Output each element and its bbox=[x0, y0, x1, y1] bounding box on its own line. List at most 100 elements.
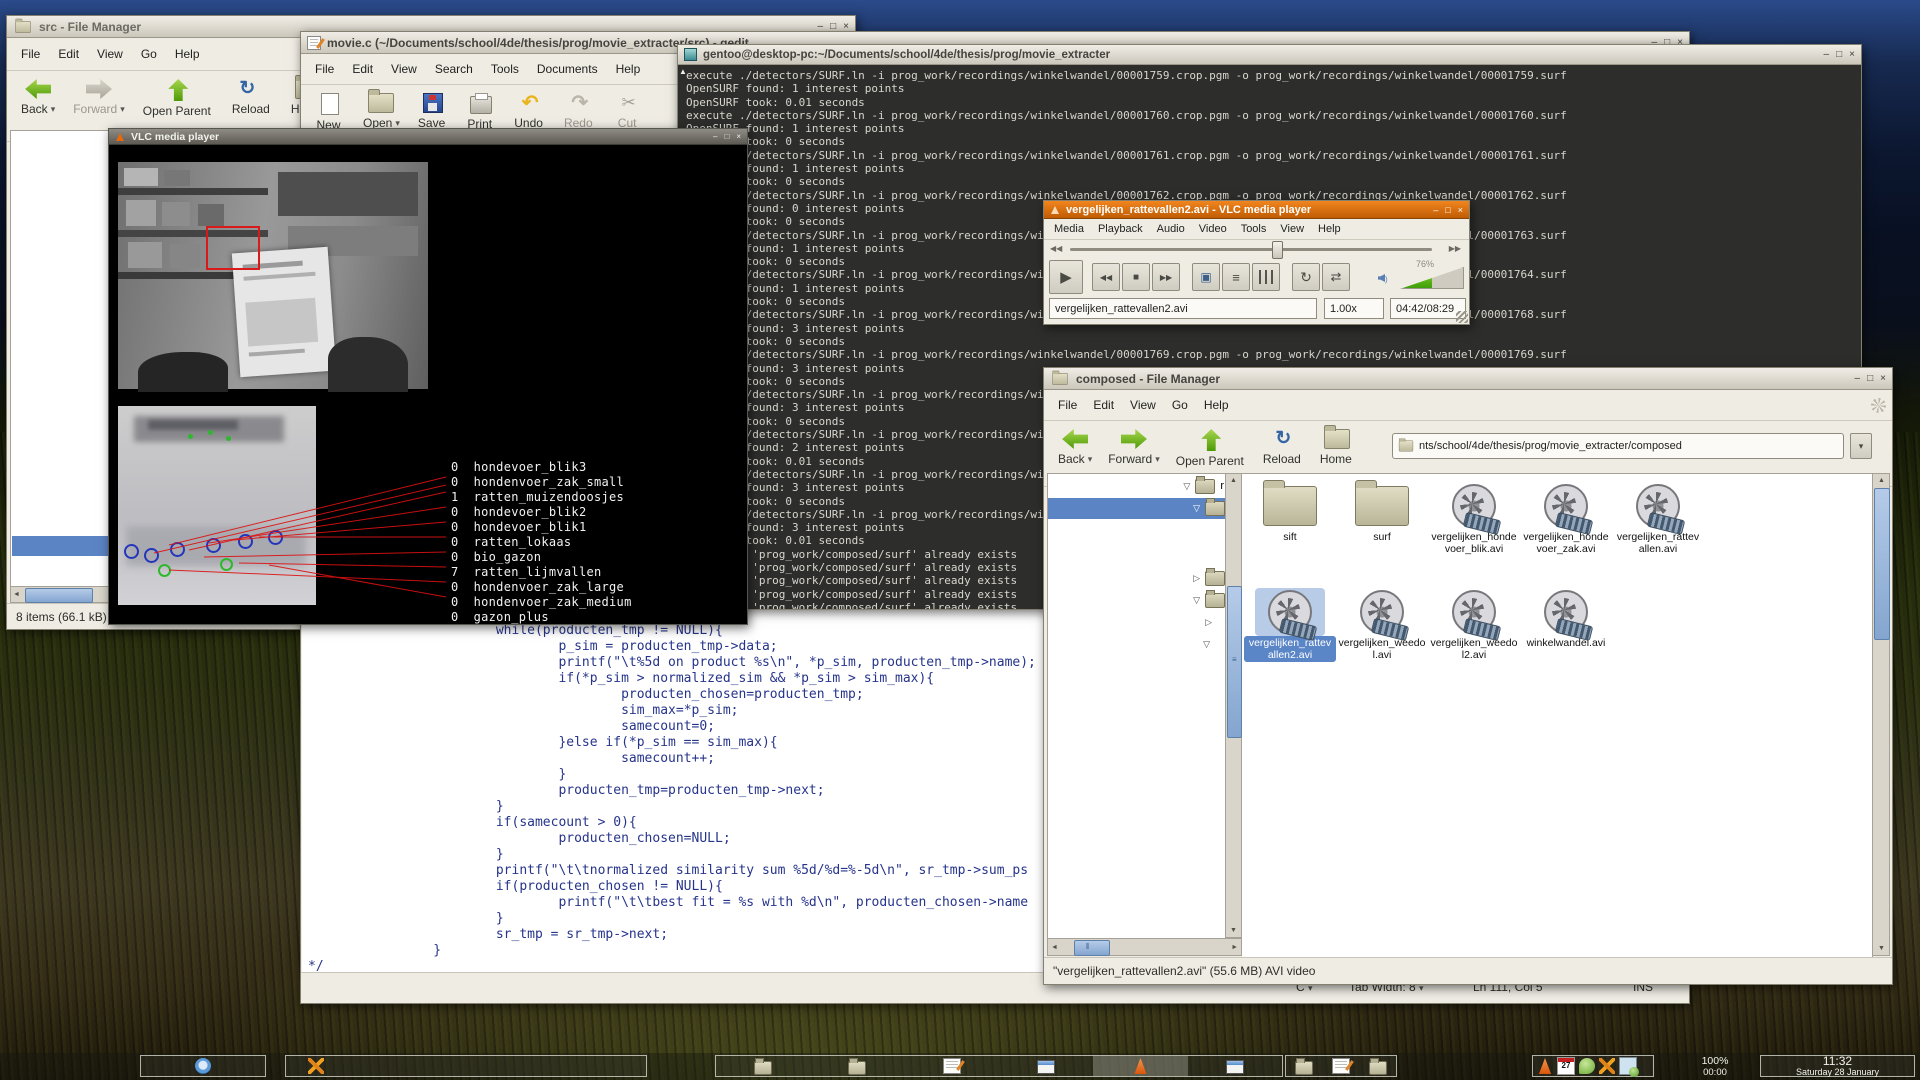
tray-icon[interactable] bbox=[1579, 1058, 1595, 1074]
minimize-icon[interactable]: – bbox=[1855, 374, 1861, 384]
path-entry[interactable]: nts/school/4de/thesis/prog/movie_extract… bbox=[1392, 433, 1844, 459]
expander-open-icon[interactable]: ▽ bbox=[1193, 503, 1200, 514]
taskbar-window-button[interactable] bbox=[1188, 1056, 1282, 1076]
terminal-titlebar[interactable]: gentoo@desktop-pc:~/Documents/school/4de… bbox=[678, 45, 1861, 65]
menu-item[interactable]: Help bbox=[1196, 394, 1237, 416]
file-item[interactable]: vergelijken_hondevoer_zak.avi bbox=[1520, 482, 1612, 584]
menu-item[interactable]: View bbox=[1122, 394, 1164, 416]
selected-row[interactable] bbox=[12, 536, 108, 556]
maximize-icon[interactable]: □ bbox=[1445, 205, 1450, 215]
files-vscrollbar[interactable]: ▲ ▼ bbox=[1872, 473, 1890, 956]
file-item[interactable]: vergelijken_weedol.avi bbox=[1336, 588, 1428, 690]
menu-item[interactable]: File bbox=[307, 58, 342, 80]
menu-item[interactable]: Help bbox=[167, 43, 208, 65]
taskbar-window-button[interactable] bbox=[999, 1056, 1093, 1076]
menu-item[interactable]: View bbox=[1274, 221, 1310, 237]
close-icon[interactable]: × bbox=[1458, 205, 1463, 215]
clock[interactable]: 11:32 Saturday 28 January bbox=[1760, 1055, 1915, 1077]
menu-item[interactable]: Edit bbox=[50, 43, 87, 65]
toolbar-button[interactable]: Open Parent bbox=[135, 75, 222, 122]
resize-grip[interactable] bbox=[1456, 311, 1468, 323]
tray-icon[interactable] bbox=[1537, 1058, 1553, 1074]
vlc-video-titlebar[interactable]: VLC media player –□× bbox=[109, 129, 747, 145]
tray-icon[interactable]: 27 bbox=[1557, 1057, 1575, 1075]
minimize-icon[interactable]: – bbox=[1433, 205, 1438, 215]
maximize-icon[interactable]: □ bbox=[830, 22, 836, 32]
taskbar-window-button[interactable] bbox=[1359, 1056, 1396, 1076]
expander-closed-icon[interactable]: ▷ bbox=[1205, 617, 1212, 628]
taskbar-window-button[interactable] bbox=[905, 1056, 999, 1076]
minimize-icon[interactable]: – bbox=[1824, 50, 1830, 60]
tree-row-selected[interactable]: ▽ bbox=[1048, 498, 1226, 519]
fullscreen-button[interactable]: ▣ bbox=[1192, 263, 1220, 291]
scrollbar-thumb[interactable] bbox=[1874, 488, 1890, 640]
toolbar-button[interactable]: Open Parent bbox=[1168, 425, 1255, 472]
toolbar-button[interactable]: ↻ Reload bbox=[1255, 425, 1312, 472]
taskbar-window-button[interactable] bbox=[1093, 1056, 1187, 1076]
scroll-left-icon[interactable]: ◄ bbox=[13, 591, 20, 598]
taskbar-window-button[interactable] bbox=[1323, 1056, 1360, 1076]
scrollbar-thumb[interactable]: ⦀ bbox=[1074, 940, 1110, 956]
taskbar-window-button[interactable] bbox=[1286, 1056, 1323, 1076]
shuffle-button[interactable]: ⇄ bbox=[1322, 263, 1350, 291]
path-dropdown-button[interactable]: ▾ bbox=[1850, 433, 1872, 459]
equalizer-button[interactable] bbox=[1252, 263, 1280, 291]
tree-row[interactable]: ▷ bbox=[1048, 568, 1226, 588]
taskbar-window-button[interactable] bbox=[141, 1056, 265, 1076]
menu-item[interactable]: Video bbox=[1193, 221, 1233, 237]
scrollbar-thumb[interactable]: ≡ bbox=[1227, 586, 1242, 738]
minimize-icon[interactable]: – bbox=[713, 132, 717, 142]
expander-open-icon[interactable]: ▽ bbox=[1183, 481, 1190, 492]
expander-open-icon[interactable]: ▽ bbox=[1203, 639, 1210, 650]
gedit-code[interactable]: while(producten_tmp != NULL){ p_sim = pr… bbox=[308, 623, 1036, 972]
current-media-field[interactable]: vergelijken_rattevallen2.avi bbox=[1049, 298, 1317, 319]
composed-fm-files-area[interactable]: sift surf vergelijken_hondevoer_blik.avi… bbox=[1242, 473, 1873, 958]
vlc-player-titlebar[interactable]: vergelijken_rattevallen2.avi - VLC media… bbox=[1044, 201, 1469, 219]
tree-row[interactable]: ▷ bbox=[1048, 612, 1226, 632]
menu-item[interactable]: Go bbox=[1164, 394, 1196, 416]
tree-row[interactable]: ▽ bbox=[1048, 634, 1226, 654]
scroll-left-icon[interactable]: ◄ bbox=[1051, 944, 1058, 951]
toolbar-button[interactable]: Forward▾ bbox=[1100, 425, 1168, 472]
playback-rate-field[interactable]: 1.00x bbox=[1324, 298, 1384, 319]
loop-button[interactable]: ↻ bbox=[1292, 263, 1320, 291]
taskbar-window-button[interactable] bbox=[286, 1056, 346, 1076]
menu-item[interactable]: Help bbox=[1312, 221, 1347, 237]
volume-icon[interactable]: ) bbox=[1378, 269, 1388, 287]
tray-icon[interactable] bbox=[1619, 1057, 1637, 1075]
toolbar-button[interactable]: Back▾ bbox=[1050, 425, 1100, 472]
scroll-right-icon[interactable]: ► bbox=[1231, 944, 1238, 951]
menu-item[interactable]: File bbox=[1050, 394, 1085, 416]
toolbar-button[interactable]: Back▾ bbox=[13, 75, 63, 120]
menu-item[interactable]: File bbox=[13, 43, 48, 65]
toolbar-button[interactable]: Home bbox=[1312, 425, 1363, 472]
menu-item[interactable]: View bbox=[89, 43, 131, 65]
fast-forward-icon[interactable]: ▶▶ bbox=[1449, 244, 1461, 253]
file-item[interactable]: vergelijken_hondevoer_blik.avi bbox=[1428, 482, 1520, 584]
file-item[interactable]: vergelijken_rattevallen.avi bbox=[1612, 482, 1704, 584]
minimize-icon[interactable]: – bbox=[818, 22, 824, 32]
close-icon[interactable]: × bbox=[736, 132, 741, 142]
tray-icon[interactable] bbox=[1599, 1058, 1615, 1074]
maximize-icon[interactable]: □ bbox=[724, 132, 729, 142]
file-item[interactable]: winkelwandel.avi bbox=[1520, 588, 1612, 690]
scrollbar-thumb[interactable] bbox=[25, 588, 93, 603]
file-item[interactable]: vergelijken_weedol2.avi bbox=[1428, 588, 1520, 690]
next-button[interactable]: ▶▶ bbox=[1152, 263, 1180, 291]
seek-slider-track[interactable] bbox=[1070, 248, 1432, 251]
sidebar-vscrollbar[interactable]: ▲ ≡ ▼ bbox=[1225, 473, 1242, 938]
menu-item[interactable]: Go bbox=[133, 43, 165, 65]
menu-item[interactable]: Tools bbox=[483, 58, 527, 80]
close-icon[interactable]: × bbox=[1849, 50, 1855, 60]
file-item[interactable]: surf bbox=[1336, 482, 1428, 584]
playlist-button[interactable]: ≡ bbox=[1222, 263, 1250, 291]
close-icon[interactable]: × bbox=[843, 22, 849, 32]
rewind-icon[interactable]: ◀◀ bbox=[1050, 244, 1062, 253]
menu-item[interactable]: Search bbox=[427, 58, 481, 80]
scroll-down-icon[interactable]: ▼ bbox=[1230, 927, 1237, 934]
file-item[interactable]: sift bbox=[1244, 482, 1336, 584]
toolbar-button[interactable]: ↻ Reload bbox=[224, 75, 281, 120]
seek-slider-handle[interactable] bbox=[1272, 241, 1283, 259]
taskbar-window-button[interactable] bbox=[810, 1056, 904, 1076]
scroll-up-icon[interactable]: ▲ bbox=[1878, 477, 1885, 484]
